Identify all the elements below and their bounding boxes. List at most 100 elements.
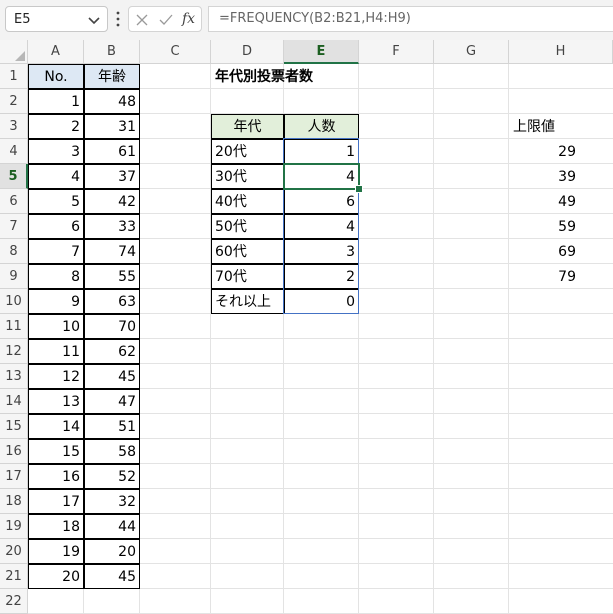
no-cell[interactable]: 17 (28, 489, 84, 514)
row-header-5[interactable]: 5 (0, 164, 28, 189)
age-cell[interactable]: 20 (84, 539, 140, 564)
formula-bar: E5 fx =FREQUENCY(B2:B21,H4:H9) (0, 0, 613, 40)
no-cell[interactable]: 4 (28, 164, 84, 189)
column-header-a[interactable]: A (28, 40, 84, 64)
row-header-11[interactable]: 11 (0, 314, 28, 339)
row-header-16[interactable]: 16 (0, 439, 28, 464)
age-cell[interactable]: 44 (84, 514, 140, 539)
no-cell[interactable]: 3 (28, 139, 84, 164)
no-cell[interactable]: 19 (28, 539, 84, 564)
no-cell[interactable]: 2 (28, 114, 84, 139)
row-header-17[interactable]: 17 (0, 464, 28, 489)
limit-cell[interactable]: 69 (510, 240, 579, 265)
column-header-f[interactable]: F (359, 40, 434, 64)
no-cell[interactable]: 20 (28, 564, 84, 589)
enter-check-icon[interactable] (157, 11, 175, 29)
no-cell[interactable]: 6 (28, 214, 84, 239)
fill-handle[interactable] (355, 185, 363, 193)
name-box[interactable]: E5 (5, 6, 108, 32)
age-cell[interactable]: 70 (84, 314, 140, 339)
freq-age-cell[interactable]: 50代 (211, 214, 284, 239)
no-cell[interactable]: 16 (28, 464, 84, 489)
age-cell[interactable]: 45 (84, 364, 140, 389)
age-cell[interactable]: 52 (84, 464, 140, 489)
age-cell[interactable]: 61 (84, 139, 140, 164)
select-all-corner[interactable] (0, 40, 28, 64)
age-cell[interactable]: 51 (84, 414, 140, 439)
freq-age-cell[interactable]: 60代 (211, 239, 284, 264)
no-cell[interactable]: 5 (28, 189, 84, 214)
limit-cell[interactable]: 39 (510, 165, 579, 190)
age-cell[interactable]: 32 (84, 489, 140, 514)
chevron-down-icon[interactable] (86, 12, 102, 28)
row-header-22[interactable]: 22 (0, 589, 28, 614)
sheet-title[interactable]: 年代別投票者数 (212, 65, 372, 90)
row-header-8[interactable]: 8 (0, 239, 28, 264)
worksheet-grid[interactable]: A B C D E F G H 1 2 3 4 5 6 7 8 9 10 11 12 13 14 15 16 17 18 19 20 2… (0, 40, 613, 614)
no-cell[interactable]: 9 (28, 289, 84, 314)
no-cell[interactable]: 12 (28, 364, 84, 389)
age-cell[interactable]: 62 (84, 339, 140, 364)
limit-header-cell[interactable]: 上限値 (510, 115, 613, 140)
row-header-2[interactable]: 2 (0, 89, 28, 114)
age-cell[interactable]: 42 (84, 189, 140, 214)
limit-cell[interactable]: 79 (510, 265, 579, 290)
age-cell[interactable]: 63 (84, 289, 140, 314)
row-header-20[interactable]: 20 (0, 539, 28, 564)
freq-age-cell[interactable]: それ以上 (211, 289, 284, 314)
no-cell[interactable]: 7 (28, 239, 84, 264)
column-header-e[interactable]: E (284, 40, 359, 64)
row-header-7[interactable]: 7 (0, 214, 28, 239)
no-cell[interactable]: 13 (28, 389, 84, 414)
no-cell[interactable]: 18 (28, 514, 84, 539)
more-options-icon[interactable] (114, 10, 122, 28)
column-header-h[interactable]: H (509, 40, 613, 64)
age-cell[interactable]: 55 (84, 264, 140, 289)
formula-input[interactable]: =FREQUENCY(B2:B21,H4:H9) (208, 6, 613, 32)
column-header-c[interactable]: C (140, 40, 211, 64)
cancel-icon[interactable] (133, 11, 151, 29)
age-cell[interactable]: 47 (84, 389, 140, 414)
no-cell[interactable]: 10 (28, 314, 84, 339)
age-cell[interactable]: 74 (84, 239, 140, 264)
age-cell[interactable]: 58 (84, 439, 140, 464)
header-no-cell[interactable]: No. (28, 64, 84, 89)
age-cell[interactable]: 33 (84, 214, 140, 239)
no-cell[interactable]: 14 (28, 414, 84, 439)
row-header-13[interactable]: 13 (0, 364, 28, 389)
freq-header-age[interactable]: 年代 (211, 114, 284, 139)
insert-function-icon[interactable]: fx (182, 11, 195, 27)
column-header-b[interactable]: B (84, 40, 140, 64)
column-header-d[interactable]: D (211, 40, 284, 64)
limit-cell[interactable]: 29 (510, 140, 579, 165)
row-header-14[interactable]: 14 (0, 389, 28, 414)
freq-age-cell[interactable]: 30代 (211, 164, 284, 189)
row-header-9[interactable]: 9 (0, 264, 28, 289)
row-header-15[interactable]: 15 (0, 414, 28, 439)
row-header-21[interactable]: 21 (0, 564, 28, 589)
no-cell[interactable]: 8 (28, 264, 84, 289)
age-cell[interactable]: 48 (84, 89, 140, 114)
header-age-cell[interactable]: 年齢 (84, 64, 140, 89)
age-cell[interactable]: 45 (84, 564, 140, 589)
row-header-12[interactable]: 12 (0, 339, 28, 364)
column-header-g[interactable]: G (434, 40, 509, 64)
no-cell[interactable]: 11 (28, 339, 84, 364)
age-cell[interactable]: 31 (84, 114, 140, 139)
row-header-4[interactable]: 4 (0, 139, 28, 164)
limit-cell[interactable]: 59 (510, 215, 579, 240)
freq-header-count[interactable]: 人数 (284, 114, 359, 139)
row-header-3[interactable]: 3 (0, 114, 28, 139)
limit-cell[interactable]: 49 (510, 190, 579, 215)
freq-age-cell[interactable]: 20代 (211, 139, 284, 164)
freq-age-cell[interactable]: 70代 (211, 264, 284, 289)
row-header-10[interactable]: 10 (0, 289, 28, 314)
no-cell[interactable]: 1 (28, 89, 84, 114)
row-header-19[interactable]: 19 (0, 514, 28, 539)
row-header-6[interactable]: 6 (0, 189, 28, 214)
no-cell[interactable]: 15 (28, 439, 84, 464)
age-cell[interactable]: 37 (84, 164, 140, 189)
freq-age-cell[interactable]: 40代 (211, 189, 284, 214)
row-header-1[interactable]: 1 (0, 64, 28, 89)
row-header-18[interactable]: 18 (0, 489, 28, 514)
